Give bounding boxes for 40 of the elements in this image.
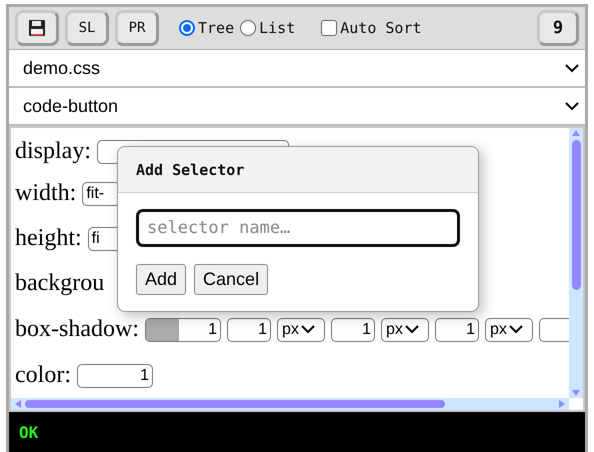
radio-button[interactable]	[179, 20, 195, 36]
left-arrow-icon[interactable]	[15, 400, 21, 408]
dialog-title: Add Selector	[136, 160, 244, 178]
chevron-icon	[565, 64, 579, 72]
radio-label: Tree	[198, 19, 234, 37]
chevron-icon	[565, 102, 579, 110]
chevron-icon	[404, 325, 419, 334]
add-button[interactable]: Add	[136, 264, 186, 295]
unit-select[interactable]: px	[484, 318, 533, 342]
cancel-button[interactable]: Cancel	[194, 264, 268, 295]
horizontal-scrollbar[interactable]	[11, 398, 569, 410]
number-field[interactable]: 1	[434, 318, 479, 342]
radio-button[interactable]	[240, 20, 256, 36]
checkbox-label: Auto Sort	[340, 19, 422, 37]
property-label: box-shadow:	[15, 316, 139, 344]
property-label: width:	[15, 180, 76, 208]
toolbar-button[interactable]: PR	[115, 10, 159, 46]
unit-select[interactable]: px	[276, 318, 325, 342]
property-label: height:	[15, 225, 82, 252]
up-arrow-icon[interactable]	[572, 130, 580, 136]
vertical-scrollbar[interactable]	[569, 128, 583, 398]
number-field[interactable]: 1	[330, 318, 375, 342]
checkbox[interactable]	[321, 20, 338, 36]
slider-field[interactable]: 1	[144, 318, 221, 342]
radio-label: List	[259, 19, 296, 37]
unit-select[interactable]: px	[380, 318, 429, 342]
chevron-icon	[508, 325, 523, 334]
status-text: OK	[9, 412, 585, 452]
property-label: display:	[15, 138, 91, 166]
number-field[interactable]: 1	[226, 318, 271, 342]
number-field[interactable]: 1	[76, 364, 153, 388]
right-arrow-icon[interactable]	[559, 400, 565, 408]
down-arrow-icon[interactable]	[572, 390, 580, 396]
property-label: backgrou	[15, 270, 104, 298]
save-button[interactable]	[15, 10, 59, 46]
property-label: color:	[15, 362, 71, 389]
chevron-icon	[300, 325, 315, 334]
count-button[interactable]: 9	[537, 10, 579, 46]
selector-name-field[interactable]: selector name…	[136, 209, 460, 247]
toolbar-button[interactable]: SL	[65, 10, 109, 46]
